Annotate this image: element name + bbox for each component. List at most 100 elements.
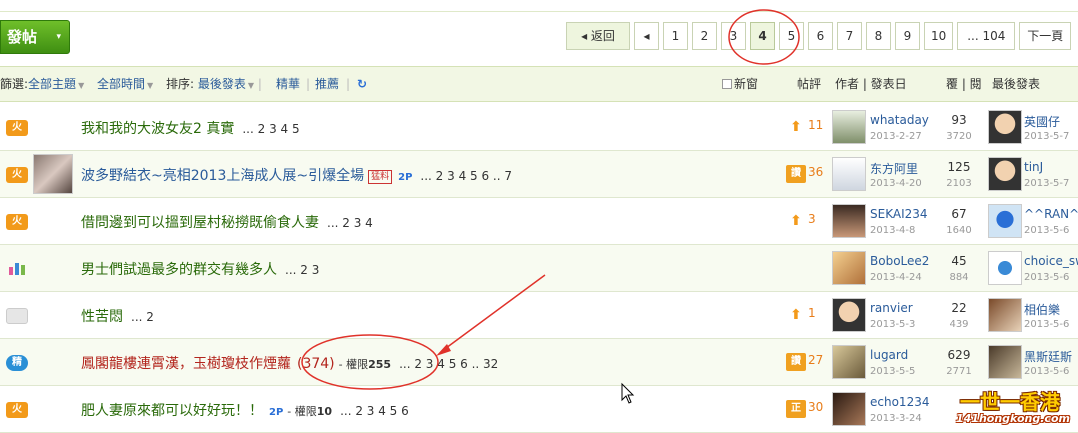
new-post-button[interactable]: 發帖 ▾ bbox=[0, 20, 70, 54]
thread-title-text[interactable]: 男士們試過最多的群交有幾多人 bbox=[81, 262, 277, 278]
thread-pages[interactable]: ... 2 3 bbox=[285, 263, 319, 277]
author-name[interactable]: whataday bbox=[870, 113, 930, 127]
hot-thread-icon: 火 bbox=[6, 214, 28, 230]
page-link-3[interactable]: 3 bbox=[721, 22, 746, 50]
reply-count: 629 bbox=[947, 348, 971, 362]
thread-row[interactable]: 火 借問邊到可以搵到屋村秘撈既偷食人妻 ... 2 3 4 ⬆ 3 SEKAI23… bbox=[0, 198, 1078, 245]
last-poster-name[interactable]: 英國仔 bbox=[1024, 113, 1078, 130]
filter-subject-dropdown[interactable]: 全部主題 bbox=[28, 77, 76, 91]
author-name[interactable]: echo1234 bbox=[870, 395, 930, 409]
thread-row[interactable]: 火 我和我的大波女友2 真實... 2 3 4 5 ⬆ 11 whataday … bbox=[0, 104, 1078, 151]
new-window-label: 新窗 bbox=[734, 77, 759, 91]
last-post-date: 2013-5-6 bbox=[1024, 366, 1070, 377]
thread-pages[interactable]: ... 2 3 4 5 6 .. 32 bbox=[399, 357, 498, 371]
forum-page: 發帖 ▾ ◂ 返回 ◂ 1 2 3 4 5 6 7 8 9 10 ... 104… bbox=[0, 0, 1078, 433]
thread-pages[interactable]: ... 2 bbox=[131, 310, 154, 324]
new-window-checkbox[interactable]: 新窗 bbox=[722, 67, 758, 101]
page-link-8[interactable]: 8 bbox=[866, 22, 891, 50]
thread-row[interactable]: 性苦悶 ... 2 ⬆ 1 ranvier 2013-5-3 22 439 相伯樂… bbox=[0, 292, 1078, 339]
avatar[interactable] bbox=[832, 110, 866, 144]
permission-label: - 權限255 bbox=[339, 358, 391, 371]
sort-dropdown[interactable]: 最後發表 bbox=[198, 77, 246, 91]
thread-pages[interactable]: ... 2 3 4 bbox=[327, 216, 373, 230]
thread-row[interactable]: 火 肥人妻原來都可以好好玩！！ 2P - 權限10 ... 2 3 4 5 6 正 3… bbox=[0, 386, 1078, 433]
tag-2p: 2P bbox=[398, 172, 413, 183]
page-link-last[interactable]: ... 104 bbox=[957, 22, 1016, 50]
permission-prefix: - 權限 bbox=[338, 358, 369, 371]
thread-title-text[interactable]: 性苦悶 bbox=[81, 309, 123, 325]
thread-title-text[interactable]: 鳳閣龍樓連霄漢，玉樹瓊枝作煙蘿 bbox=[81, 356, 291, 372]
page-link-5[interactable]: 5 bbox=[779, 22, 804, 50]
thread-row[interactable]: 火 波多野結衣~亮相2013上海成人展~引爆全場 猛料 2P ... 2 3 4 5 … bbox=[0, 151, 1078, 198]
avatar[interactable] bbox=[988, 251, 1022, 285]
chevron-down-icon[interactable]: ▾ bbox=[56, 21, 61, 53]
thread-title-text[interactable]: 肥人妻原來都可以好好玩！！ bbox=[81, 403, 263, 419]
post-date: 2013-4-24 bbox=[870, 272, 922, 283]
permission-value: 255 bbox=[368, 358, 392, 371]
avatar[interactable] bbox=[988, 204, 1022, 238]
back-button[interactable]: ◂ 返回 bbox=[566, 22, 630, 50]
avatar[interactable] bbox=[988, 157, 1022, 191]
last-poster-name[interactable]: tinJ bbox=[1024, 160, 1078, 174]
post-date: 2013-2-27 bbox=[870, 131, 922, 142]
thread-title-link[interactable]: 我和我的大波女友2 真實 ... 2 3 4 5 bbox=[81, 118, 300, 138]
author-name[interactable]: lugard bbox=[870, 348, 930, 362]
digest-thread-icon: 精 bbox=[6, 355, 28, 371]
thread-title-link[interactable]: 借問邊到可以搵到屋村秘撈既偷食人妻 ... 2 3 4 bbox=[81, 212, 373, 232]
next-page-button[interactable]: 下一頁 bbox=[1019, 22, 1072, 50]
avatar[interactable] bbox=[988, 345, 1022, 379]
thread-pages[interactable]: ... 2 3 4 5 6 .. 7 bbox=[420, 169, 512, 183]
filter-time-label: 全部時間 bbox=[97, 77, 146, 91]
rating-icon: 正 bbox=[786, 400, 806, 418]
thread-row[interactable]: 男士們試過最多的群交有幾多人 ... 2 3 BoboLee29 2013-4-2… bbox=[0, 245, 1078, 292]
thread-title-link[interactable]: 肥人妻原來都可以好好玩！！ 2P - 權限10 ... 2 3 4 5 6 bbox=[81, 400, 409, 420]
last-poster-name[interactable]: choice_sw bbox=[1024, 254, 1078, 268]
thread-title-text[interactable]: 借問邊到可以搵到屋村秘撈既偷食人妻 bbox=[81, 215, 319, 231]
watermark-sub: 141hongkong.com bbox=[956, 412, 1070, 425]
refresh-icon[interactable]: ↻ bbox=[357, 67, 367, 101]
hot-badge: 猛料 bbox=[368, 170, 393, 184]
author-name[interactable]: SEKAI234 bbox=[870, 207, 930, 221]
thread-title-text[interactable]: 我和我的大波女友2 真實 bbox=[81, 121, 234, 137]
prev-page-button[interactable]: ◂ bbox=[634, 22, 659, 50]
thread-title-link[interactable]: 性苦悶 ... 2 bbox=[81, 306, 154, 326]
thread-count: (374) bbox=[297, 356, 335, 372]
recommend-filter-link[interactable]: 推薦 bbox=[315, 67, 339, 101]
author-name[interactable]: BoboLee29 bbox=[870, 254, 930, 268]
thread-title-link[interactable]: 鳳閣龍樓連霄漢，玉樹瓊枝作煙蘿 (374) - 權限255... 2 3 4 5 6… bbox=[81, 353, 498, 373]
thread-pages[interactable]: ... 2 3 4 5 6 bbox=[340, 404, 409, 418]
top-cutoff-strip bbox=[0, 0, 1078, 12]
digest-filter-link[interactable]: 精華 bbox=[276, 67, 300, 101]
author-name[interactable]: 东方阿里 bbox=[870, 160, 930, 177]
page-link-2[interactable]: 2 bbox=[692, 22, 717, 50]
page-link-1[interactable]: 1 bbox=[663, 22, 688, 50]
thread-title-link[interactable]: 男士們試過最多的群交有幾多人 ... 2 3 bbox=[81, 259, 319, 279]
checkbox-icon[interactable] bbox=[722, 79, 732, 89]
avatar[interactable] bbox=[832, 157, 866, 191]
last-poster-name[interactable]: 黑斯廷斯 bbox=[1024, 348, 1078, 365]
page-link-6[interactable]: 6 bbox=[808, 22, 833, 50]
avatar[interactable] bbox=[988, 298, 1022, 332]
last-post-date: 2013-5-7 bbox=[1024, 178, 1070, 189]
last-poster-name[interactable]: 相伯樂 bbox=[1024, 301, 1078, 318]
avatar[interactable] bbox=[832, 251, 866, 285]
avatar[interactable] bbox=[832, 345, 866, 379]
view-count: 2771 bbox=[946, 366, 972, 377]
page-link-7[interactable]: 7 bbox=[837, 22, 862, 50]
avatar[interactable] bbox=[988, 110, 1022, 144]
last-poster-name[interactable]: ^^RAN^ bbox=[1024, 207, 1078, 221]
author-name[interactable]: ranvier bbox=[870, 301, 930, 315]
thread-pages[interactable]: ... 2 3 4 5 bbox=[242, 122, 299, 136]
filter-time-dropdown[interactable]: 全部時間 ▼ bbox=[97, 67, 153, 103]
page-current-4[interactable]: 4 bbox=[750, 22, 775, 50]
avatar[interactable] bbox=[832, 392, 866, 426]
page-link-10[interactable]: 10 bbox=[924, 22, 954, 50]
avatar[interactable] bbox=[832, 298, 866, 332]
thread-title-text[interactable]: 波多野結衣~亮相2013上海成人展~引爆全場 bbox=[81, 168, 364, 184]
thread-row[interactable]: 精 鳳閣龍樓連霄漢，玉樹瓊枝作煙蘿 (374) - 權限255... 2 3 4 5… bbox=[0, 339, 1078, 386]
page-link-9[interactable]: 9 bbox=[895, 22, 920, 50]
thread-thumbnail[interactable] bbox=[33, 154, 73, 194]
thread-title-link[interactable]: 波多野結衣~亮相2013上海成人展~引爆全場 猛料 2P ... 2 3 4 5 6 … bbox=[81, 165, 512, 185]
avatar[interactable] bbox=[832, 204, 866, 238]
rating-count: 1 bbox=[808, 306, 816, 320]
